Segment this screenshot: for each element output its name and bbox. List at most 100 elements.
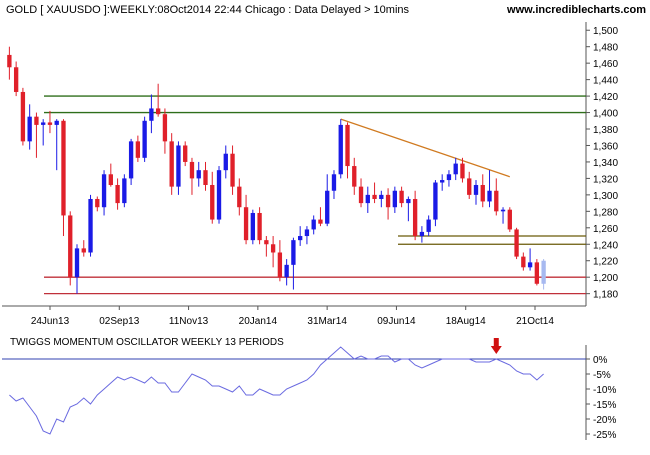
candle-body — [521, 256, 526, 268]
candle-body — [426, 219, 431, 232]
candle-body — [54, 120, 59, 125]
candle-body — [216, 170, 222, 220]
candle-body — [379, 194, 384, 199]
candle-body — [372, 194, 377, 199]
candle-body — [74, 248, 80, 278]
price-x-tick-label: 02Sep13 — [99, 316, 139, 327]
oscillator-y-tick-label: -20% — [593, 415, 616, 426]
candle-body — [534, 262, 540, 284]
price-y-tick-label: 1,300 — [593, 191, 618, 202]
candle-body — [270, 244, 276, 253]
candle-body — [264, 240, 269, 245]
candle-body — [406, 198, 411, 204]
candle-body — [61, 120, 66, 216]
candle-body — [210, 184, 215, 220]
chart-canvas: GOLD [ XAUUSDO ]:WEEKLY:08Oct2014 22:44 … — [0, 0, 650, 450]
candle-body — [527, 262, 533, 268]
candle-body — [20, 91, 26, 142]
candle-body — [385, 194, 391, 208]
candle-body — [142, 120, 147, 158]
price-y-tick-label: 1,480 — [593, 43, 618, 54]
candle-body — [298, 236, 303, 241]
price-x-tick-label: 21Oct14 — [516, 316, 554, 327]
price-y-tick-label: 1,340 — [593, 158, 618, 169]
price-y-tick-label: 1,280 — [593, 207, 618, 218]
oscillator-y-tick-label: -15% — [593, 400, 616, 411]
price-x-tick-label: 20Jan14 — [239, 316, 278, 327]
candle-body — [128, 141, 134, 179]
candle-body — [514, 229, 519, 257]
candle-body — [399, 190, 404, 204]
oscillator-title: TWIGGS MOMENTUM OSCILLATOR WEEKLY 13 PER… — [10, 337, 284, 348]
candle-body — [149, 108, 154, 121]
price-y-tick-label: 1,200 — [593, 273, 618, 284]
price-x-tick-label: 31Mar14 — [307, 316, 347, 327]
candle-body — [7, 54, 12, 68]
candle-body — [176, 145, 181, 187]
signal-arrow-icon — [490, 338, 502, 354]
candle-body — [291, 240, 296, 265]
candle-body — [338, 124, 343, 175]
candle-body — [34, 116, 39, 125]
candle-body — [183, 145, 188, 162]
candle-body — [494, 190, 499, 212]
candle-body — [189, 161, 195, 179]
candle-body — [250, 212, 255, 241]
candle-body — [203, 170, 208, 185]
trend-line — [340, 118, 511, 178]
candle-body — [487, 190, 492, 202]
candle-body — [460, 163, 465, 179]
candle-body — [122, 178, 127, 204]
price-y-tick-label: 1,500 — [593, 26, 618, 37]
candle-body — [345, 124, 350, 167]
candle-body — [41, 122, 46, 125]
candle-body — [277, 252, 283, 278]
candle-body — [500, 209, 506, 212]
oscillator-y-tick-label: 0% — [593, 355, 608, 366]
candle-body — [311, 219, 316, 230]
candle-body — [237, 186, 242, 208]
candle-body — [440, 180, 445, 183]
candle-body — [331, 174, 337, 191]
candle-body — [352, 166, 357, 187]
price-y-tick-label: 1,440 — [593, 76, 618, 87]
candle-body — [27, 116, 32, 142]
candle-body — [108, 174, 113, 185]
price-x-tick-label: 11Nov13 — [169, 316, 209, 327]
candle-body — [467, 178, 472, 195]
candle-body — [392, 190, 398, 208]
candle-body — [325, 190, 330, 224]
oscillator-y-tick-label: -10% — [593, 385, 616, 396]
candle-body — [155, 108, 161, 115]
candle-body — [304, 229, 310, 237]
candle-body — [230, 153, 235, 187]
price-y-tick-label: 1,400 — [593, 109, 618, 120]
website-link[interactable]: www.incrediblecharts.com — [506, 4, 646, 16]
candle-body — [433, 182, 438, 220]
candle-body — [541, 260, 546, 284]
oscillator-line — [9, 346, 544, 435]
candle-body — [162, 114, 168, 142]
candle-body — [507, 209, 512, 230]
price-x-tick-label: 09Jun14 — [377, 316, 416, 327]
candle-body — [47, 122, 53, 125]
price-y-tick-label: 1,360 — [593, 141, 618, 152]
price-y-tick-label: 1,460 — [593, 59, 618, 70]
candle-body — [169, 141, 174, 187]
candle-body — [257, 212, 262, 241]
price-x-tick-label: 24Jun13 — [31, 316, 70, 327]
candle-body — [446, 174, 452, 181]
price-y-tick-label: 1,180 — [593, 290, 618, 301]
candle-body — [13, 67, 19, 92]
price-panel: 1,180 1,200 1,220 1,240 1,260 1,280 1,300 1,320… — [2, 22, 618, 327]
candle-body — [101, 174, 107, 208]
candle-body — [419, 231, 425, 237]
price-y-tick-label: 1,260 — [593, 224, 618, 235]
price-y-tick-label: 1,380 — [593, 125, 618, 136]
price-y-tick-label: 1,220 — [593, 257, 618, 268]
candle-body — [88, 198, 93, 253]
candle-body — [480, 184, 485, 202]
candle-body — [196, 170, 201, 179]
price-x-tick-label: 18Aug14 — [446, 316, 486, 327]
chart-header-title: GOLD [ XAUUSDO ]:WEEKLY:08Oct2014 22:44 … — [6, 4, 410, 16]
